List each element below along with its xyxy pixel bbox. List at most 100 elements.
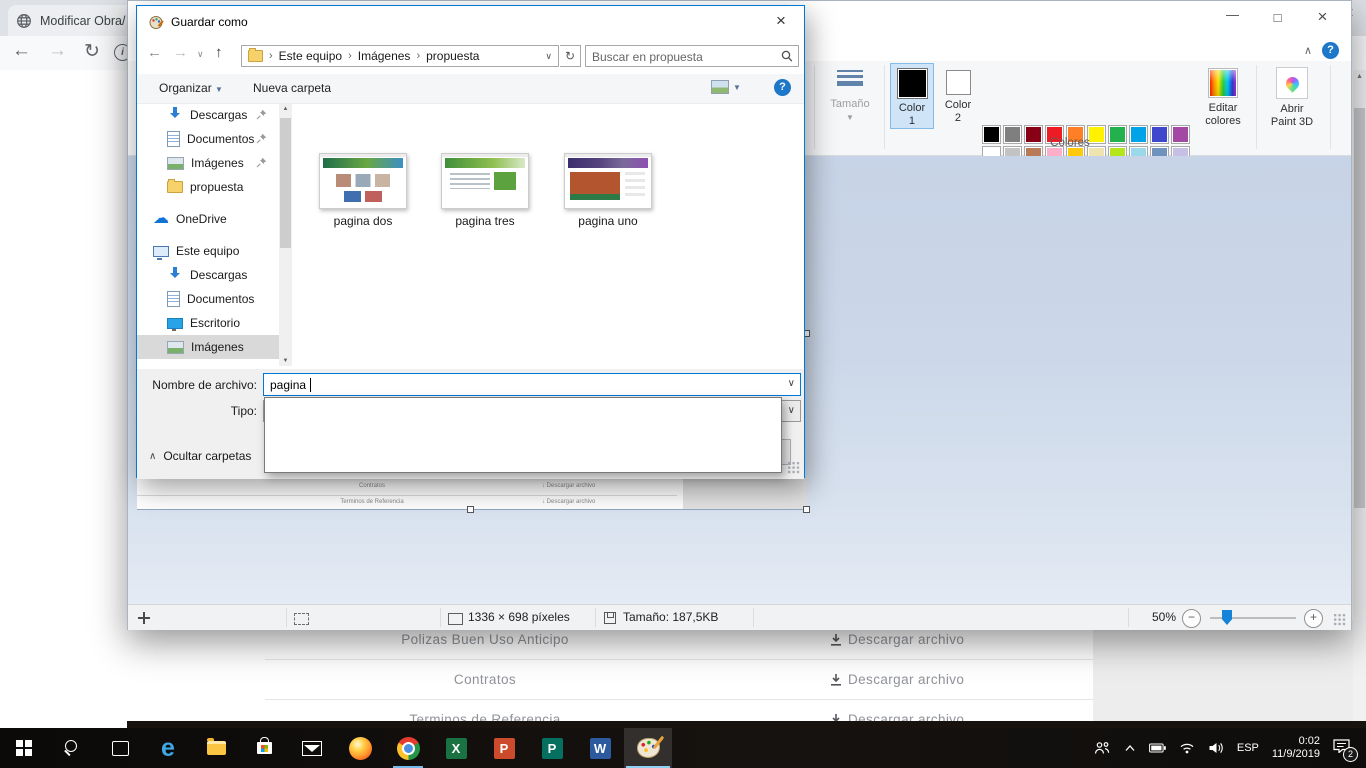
file-item[interactable]: pagina dos (319, 153, 407, 228)
scroll-up-icon[interactable]: ▲ (1353, 73, 1366, 80)
sidebar-item-label: propuesta (190, 180, 243, 194)
dialog-resize-grip[interactable] (787, 461, 800, 474)
file-explorer-icon[interactable] (192, 728, 240, 768)
collapse-ribbon-icon[interactable]: ∧ (1304, 44, 1312, 57)
zoom-slider-thumb[interactable] (1222, 610, 1232, 625)
download-link[interactable]: Descargar archivo (705, 672, 964, 687)
help-icon[interactable]: ? (1322, 42, 1339, 59)
sidebar-item-label: Este equipo (176, 244, 239, 258)
filename-input[interactable]: pagina ∨ (263, 373, 801, 396)
sidebar-item[interactable]: Descargas (137, 103, 279, 127)
publisher-icon[interactable]: P (528, 728, 576, 768)
action-center-button[interactable]: 2 (1333, 738, 1356, 758)
scroll-up-icon[interactable]: ▲ (279, 106, 292, 112)
sidebar-item[interactable]: Imágenes (137, 151, 279, 175)
close-button[interactable]: × (1300, 4, 1345, 31)
search-input[interactable] (590, 47, 774, 67)
sidebar-item[interactable]: Escritorio (137, 311, 279, 335)
paint-icon[interactable] (624, 728, 672, 768)
battery-icon[interactable] (1149, 743, 1166, 753)
chrome-icon[interactable] (384, 728, 432, 768)
word-icon[interactable]: W (576, 728, 624, 768)
powerpoint-icon[interactable]: P (480, 728, 528, 768)
sidebar-item[interactable]: Documentos (137, 287, 279, 311)
breadcrumb-item[interactable]: Imágenes (358, 49, 411, 63)
breadcrumb-item[interactable]: propuesta (426, 49, 479, 63)
pin-icon (256, 133, 267, 144)
firefox-icon[interactable] (336, 728, 384, 768)
nav-scrollbar[interactable]: ▲ ▼ (279, 104, 292, 366)
edit-colors-button[interactable]: Editarcolores (1196, 63, 1250, 128)
sidebar-item[interactable]: Descargas (137, 263, 279, 287)
download-icon (830, 634, 842, 646)
breadcrumb[interactable]: › Este equipo › Imágenes › propuesta ∨ (241, 45, 559, 67)
nav-history-icon[interactable]: ∨ (197, 49, 204, 60)
color1-swatch (897, 68, 928, 99)
organize-button[interactable]: Organizar ▼ (159, 81, 223, 95)
sidebar-item-label: Descargas (190, 268, 247, 282)
color2-button[interactable]: Color2 (938, 63, 978, 129)
people-icon[interactable] (1094, 741, 1111, 755)
zoom-in-button[interactable]: + (1304, 609, 1323, 628)
dialog-close-icon[interactable]: × (766, 8, 796, 34)
edge-icon[interactable] (144, 728, 192, 768)
maximize-button[interactable]: □ (1255, 4, 1300, 31)
nav-up-icon[interactable]: ↑ (215, 44, 223, 61)
hide-folders-button[interactable]: ∧ Ocultar carpetas (149, 449, 251, 463)
chevron-up-icon[interactable] (1124, 744, 1136, 752)
search-icon[interactable] (48, 728, 96, 768)
reload-icon[interactable]: ↻ (84, 40, 100, 63)
file-thumbnail (441, 153, 529, 209)
file-item[interactable]: pagina tres (441, 153, 529, 228)
color1-button[interactable]: Color1 (890, 63, 934, 129)
store-icon[interactable] (240, 728, 288, 768)
sidebar-item[interactable]: Imágenes (137, 335, 279, 359)
nav-back-icon[interactable]: ← (147, 44, 162, 61)
zoom-out-button[interactable]: − (1182, 609, 1201, 628)
excel-icon[interactable]: X (432, 728, 480, 768)
search-box[interactable] (585, 45, 799, 67)
minimize-button[interactable]: — (1210, 4, 1255, 31)
sidebar-item[interactable]: Documentos (137, 127, 279, 151)
sidebar-item[interactable]: propuesta (137, 175, 279, 199)
canvas-size-icon (448, 613, 463, 625)
task-view-icon[interactable] (96, 728, 144, 768)
sidebar-item-icon (153, 246, 169, 257)
scroll-down-icon[interactable]: ▼ (279, 358, 292, 364)
chevron-down-icon[interactable]: ∨ (545, 51, 552, 62)
scrollbar-thumb[interactable] (280, 118, 291, 248)
browser-scrollbar[interactable]: ▲ (1353, 70, 1366, 721)
resize-handle[interactable] (467, 506, 474, 513)
sidebar-item-icon (167, 267, 183, 283)
wifi-icon[interactable] (1179, 742, 1195, 754)
resize-grip[interactable] (1333, 613, 1346, 626)
start-icon[interactable] (0, 728, 48, 768)
refresh-button[interactable]: ↻ (560, 45, 581, 67)
dialog-titlebar[interactable]: Guardar como × (137, 6, 804, 38)
window-controls: — □ × (1210, 4, 1345, 31)
size-button[interactable]: Tamaño ▼ (820, 63, 880, 122)
nav-forward-icon[interactable]: → (173, 44, 188, 61)
sidebar-item[interactable]: OneDrive (137, 207, 279, 231)
chevron-right-icon: › (269, 50, 273, 62)
sidebar-item[interactable]: Este equipo (137, 239, 279, 263)
chevron-down-icon[interactable]: ∨ (788, 378, 795, 389)
mail-icon[interactable] (288, 728, 336, 768)
filename-autocomplete-dropdown[interactable] (264, 397, 782, 473)
volume-icon[interactable] (1208, 742, 1224, 754)
open-paint3d-button[interactable]: AbrirPaint 3D (1262, 63, 1322, 129)
canvas-table-row: Contratos ↓ Descargar archivo (137, 480, 677, 493)
new-folder-button[interactable]: Nueva carpeta (253, 81, 331, 95)
back-icon[interactable]: ← (12, 40, 31, 62)
language-indicator[interactable]: ESP (1237, 742, 1259, 754)
breadcrumb-item[interactable]: Este equipo (279, 49, 342, 63)
resize-handle[interactable] (803, 506, 810, 513)
forward-icon[interactable]: → (48, 40, 67, 62)
dialog-title: Guardar como (171, 15, 248, 29)
download-link[interactable]: Descargar archivo (705, 632, 964, 647)
scrollbar-thumb[interactable] (1354, 108, 1365, 508)
dialog-help-icon[interactable]: ? (774, 79, 791, 96)
file-item[interactable]: pagina uno (564, 153, 652, 228)
clock[interactable]: 0:02 11/9/2019 (1272, 735, 1320, 761)
view-mode-button[interactable]: ▼ (711, 80, 741, 94)
